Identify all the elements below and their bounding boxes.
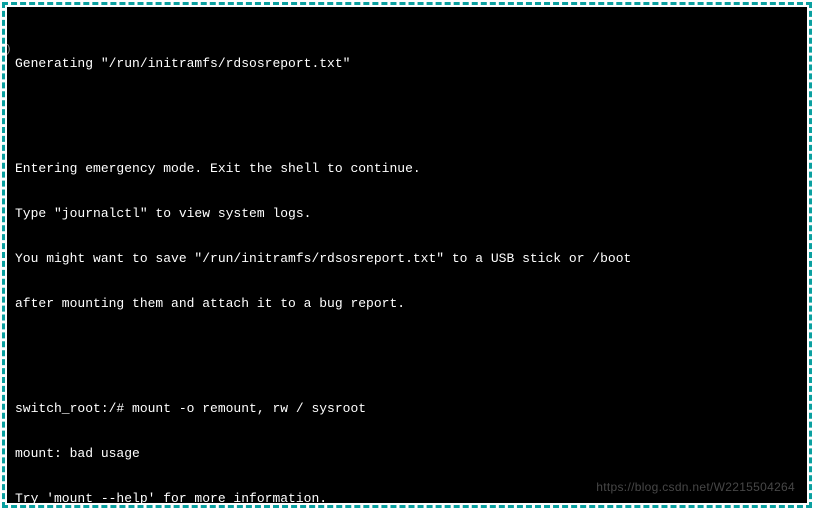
window-frame: ) Generating "/run/initramfs/rdsosreport… (2, 2, 812, 508)
side-glyph: ) (7, 43, 12, 58)
terminal-line: switch_root:/# mount -o remount, rw / sy… (15, 401, 799, 416)
terminal-line: after mounting them and attach it to a b… (15, 296, 799, 311)
terminal-line: Type "journalctl" to view system logs. (15, 206, 799, 221)
terminal-line: You might want to save "/run/initramfs/r… (15, 251, 799, 266)
terminal-line: Entering emergency mode. Exit the shell … (15, 161, 799, 176)
terminal[interactable]: ) Generating "/run/initramfs/rdsosreport… (7, 7, 807, 503)
terminal-line: Generating "/run/initramfs/rdsosreport.t… (15, 56, 799, 71)
terminal-line: Try 'mount --help' for more information. (15, 491, 799, 503)
terminal-line: mount: bad usage (15, 446, 799, 461)
